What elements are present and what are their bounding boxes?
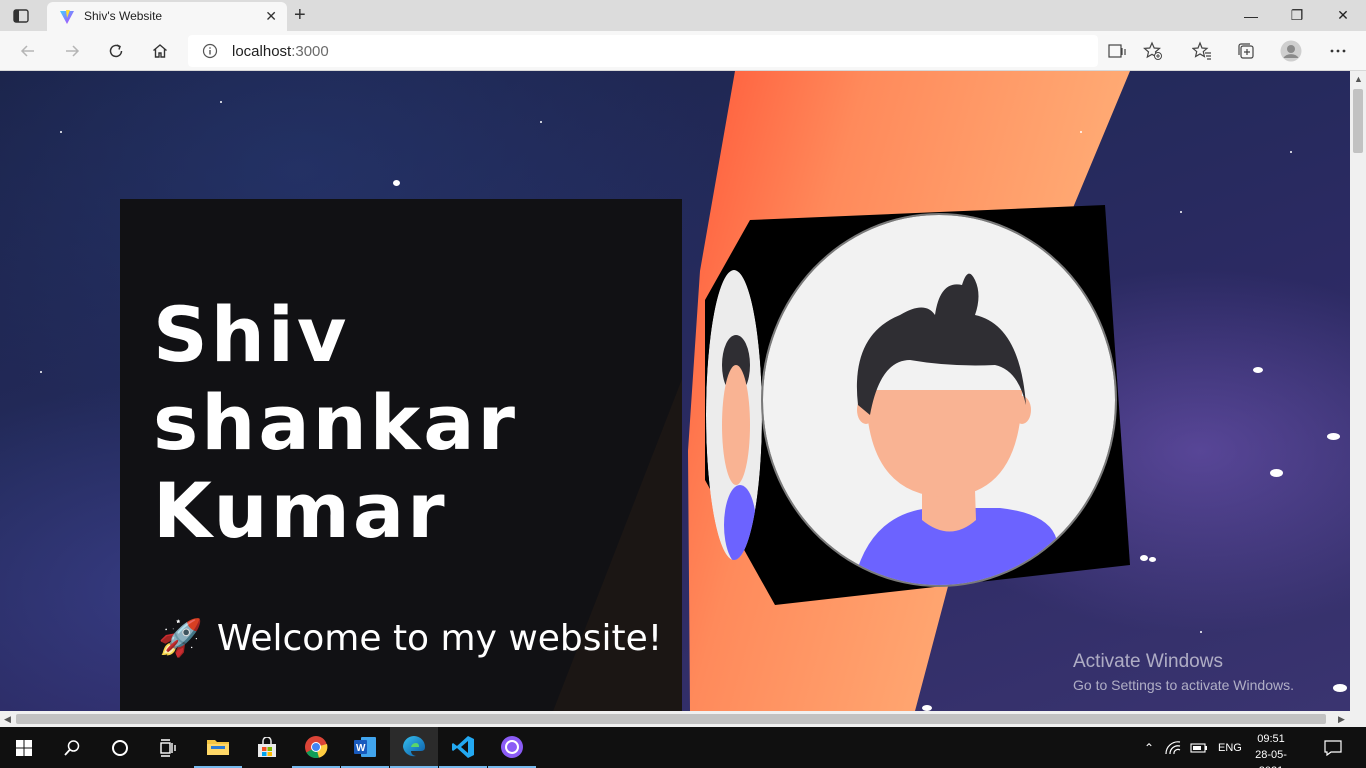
address-url: localhost:3000	[232, 43, 329, 60]
activate-windows-watermark: Activate Windows Go to Settings to activ…	[1073, 651, 1294, 693]
edge-icon[interactable]	[390, 727, 438, 768]
vertical-scroll-thumb[interactable]	[1353, 89, 1363, 153]
star	[393, 180, 400, 186]
immersive-reader-icon[interactable]	[1106, 40, 1128, 62]
windows-taskbar: W ⌃ ENG 09:51 28-05-2021	[0, 727, 1366, 768]
back-arrow-icon[interactable]	[16, 39, 40, 63]
star	[60, 131, 62, 133]
clock-time: 09:51	[1257, 733, 1285, 745]
star	[1200, 631, 1202, 633]
star	[1327, 433, 1340, 440]
address-bar[interactable]: localhost:3000	[188, 35, 1162, 67]
hero-name-first: Shiv	[153, 290, 350, 379]
vscode-icon[interactable]	[439, 727, 487, 768]
star	[1333, 684, 1347, 692]
address-port: :3000	[291, 43, 329, 60]
cortana-icon[interactable]	[96, 727, 144, 768]
activate-windows-subtitle: Go to Settings to activate Windows.	[1073, 677, 1294, 693]
tab-actions-icon[interactable]	[12, 7, 30, 25]
star	[220, 101, 222, 103]
star	[1080, 131, 1082, 133]
star	[1149, 557, 1156, 562]
scroll-up-icon[interactable]: ▲	[1354, 74, 1363, 84]
avatar-cube[interactable]	[700, 205, 1140, 605]
close-window-button[interactable]: ✕	[1320, 0, 1366, 31]
hero-name-middle: shankar	[153, 378, 519, 467]
rocket-icon: 🚀	[158, 618, 203, 659]
hero-name-last: Kumar	[153, 466, 448, 555]
beam-shadow	[553, 379, 682, 711]
settings-more-icon[interactable]	[1327, 40, 1349, 62]
address-host: localhost	[232, 43, 292, 60]
microsoft-store-icon[interactable]	[243, 727, 291, 768]
chrome-icon[interactable]	[292, 727, 340, 768]
refresh-icon[interactable]	[104, 39, 128, 63]
vite-favicon-icon	[59, 9, 75, 25]
add-favorite-star-icon[interactable]	[1142, 40, 1164, 62]
chevron-up-icon[interactable]: ⌃	[1138, 741, 1160, 755]
horizontal-scroll-thumb[interactable]	[16, 714, 1326, 724]
hero-name: Shiv shankar Kumar	[153, 291, 518, 555]
github-desktop-icon[interactable]	[488, 727, 536, 768]
clock-date: 28-05-2021	[1255, 749, 1287, 768]
forward-arrow-icon[interactable]	[60, 39, 84, 63]
battery-icon[interactable]	[1186, 742, 1212, 754]
windows-start-icon[interactable]	[0, 727, 48, 768]
scroll-right-icon[interactable]: ▶	[1338, 714, 1345, 725]
star	[1180, 211, 1182, 213]
tab-close-icon[interactable]: ✕	[265, 8, 277, 25]
browser-tab-strip: Shiv's Website ✕ + — ❐ ✕	[0, 0, 1366, 31]
browser-toolbar: localhost:3000	[0, 31, 1366, 71]
tab-shivs-website[interactable]: Shiv's Website ✕	[47, 2, 287, 31]
welcome-text: Welcome to my website!	[216, 617, 663, 659]
page-viewport[interactable]: Shiv shankar Kumar 🚀 Welcome to my websi…	[0, 71, 1350, 711]
welcome-message: 🚀 Welcome to my website!	[158, 617, 663, 660]
search-icon[interactable]	[48, 727, 96, 768]
tab-title: Shiv's Website	[84, 9, 163, 23]
restore-button[interactable]: ❐	[1274, 0, 1320, 31]
system-clock[interactable]: 09:51 28-05-2021	[1243, 731, 1299, 768]
home-icon[interactable]	[148, 39, 172, 63]
file-explorer-icon[interactable]	[194, 727, 242, 768]
star	[40, 371, 42, 373]
horizontal-scrollbar[interactable]: ◀ ▶	[0, 711, 1350, 727]
new-tab-button[interactable]: +	[294, 4, 306, 27]
scroll-left-icon[interactable]: ◀	[4, 714, 11, 725]
notifications-icon[interactable]	[1310, 727, 1356, 768]
vertical-scrollbar[interactable]: ▲	[1350, 71, 1366, 711]
system-tray: ⌃ ENG	[1138, 727, 1242, 768]
network-icon[interactable]	[1160, 740, 1186, 755]
minimize-button[interactable]: —	[1228, 0, 1274, 31]
task-view-icon[interactable]	[144, 727, 192, 768]
language-indicator[interactable]: ENG	[1218, 742, 1242, 754]
star	[1270, 469, 1283, 477]
svg-text:W: W	[356, 743, 366, 754]
activate-windows-title: Activate Windows	[1073, 651, 1223, 672]
collections-icon[interactable]	[1235, 40, 1257, 62]
site-info-icon[interactable]	[202, 43, 218, 59]
hero-card: Shiv shankar Kumar 🚀 Welcome to my websi…	[120, 199, 682, 711]
star	[1140, 555, 1148, 561]
favorites-icon[interactable]	[1191, 40, 1213, 62]
scrollbar-corner	[1350, 711, 1366, 727]
profile-avatar-icon[interactable]	[1280, 40, 1302, 62]
star	[1290, 151, 1292, 153]
star	[540, 121, 542, 123]
star	[1253, 367, 1263, 373]
word-icon[interactable]: W	[341, 727, 389, 768]
